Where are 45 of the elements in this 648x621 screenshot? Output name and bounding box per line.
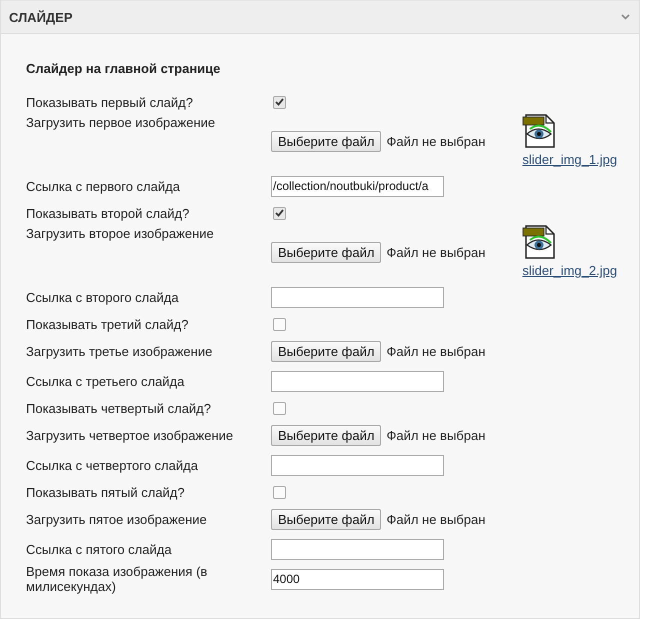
file-link[interactable]: slider_img_2.jpg bbox=[522, 263, 618, 278]
field-label: Загрузить третье изображение bbox=[26, 344, 214, 358]
field-label: Показывать четвертый слайд? bbox=[26, 400, 212, 416]
input-field[interactable] bbox=[271, 370, 444, 392]
file-link[interactable]: slider_img_1.jpg bbox=[522, 152, 618, 167]
input-field[interactable] bbox=[271, 538, 444, 560]
section-title: Слайдер на главной странице bbox=[26, 61, 222, 76]
choose-file-button[interactable]: Выберите файл bbox=[271, 131, 382, 152]
field-label: Показывать пятый слайд? bbox=[26, 484, 186, 500]
field-label: Время показа изображения (в милисекундах) bbox=[26, 564, 208, 594]
field-label: Загрузить четвертое изображение bbox=[26, 428, 234, 442]
input-field[interactable]: 4000 bbox=[271, 568, 444, 590]
field-label: Показывать второй слайд? bbox=[26, 206, 190, 220]
input-field[interactable] bbox=[271, 286, 444, 308]
field-label: Ссылка с четвертого слайда bbox=[26, 458, 199, 472]
jpg-file-icon bbox=[522, 114, 556, 148]
field-label: Загрузить второе изображение bbox=[26, 225, 215, 241]
chevron-icon[interactable] bbox=[621, 14, 630, 20]
field-label: Показывать первый слайд? bbox=[26, 94, 194, 110]
checkbox[interactable] bbox=[273, 318, 286, 330]
checkbox[interactable] bbox=[273, 402, 286, 414]
field-label: Ссылка с второго слайда bbox=[26, 290, 180, 304]
checkbox[interactable] bbox=[273, 96, 286, 108]
field-label: Показывать третий слайд? bbox=[26, 316, 190, 332]
input-field[interactable]: /collection/noutbuki/product/a bbox=[271, 176, 444, 196]
jpg-file-icon bbox=[522, 225, 556, 259]
file-status: Файл не выбран bbox=[386, 134, 486, 149]
field-label: Ссылка с третьего слайда bbox=[26, 374, 186, 388]
choose-file-button[interactable]: Выберите файл bbox=[271, 242, 382, 263]
field-label: Загрузить первое изображение bbox=[26, 114, 216, 130]
field-label: Ссылка с первого слайда bbox=[26, 178, 181, 194]
file-status: Файл не выбран bbox=[386, 428, 486, 442]
field-label: Загрузить пятое изображение bbox=[26, 512, 208, 526]
file-status: Файл не выбран bbox=[386, 512, 486, 526]
choose-file-button[interactable]: Выберите файл bbox=[271, 424, 382, 446]
input-field[interactable] bbox=[271, 454, 444, 476]
checkbox[interactable] bbox=[273, 206, 286, 220]
field-label: Ссылка с пятого слайда bbox=[26, 542, 173, 556]
choose-file-button[interactable]: Выберите файл bbox=[271, 508, 382, 530]
file-status: Файл не выбран bbox=[386, 344, 486, 358]
choose-file-button[interactable]: Выберите файл bbox=[271, 340, 382, 362]
checkbox[interactable] bbox=[273, 486, 286, 498]
panel-header[interactable]: СЛАЙДЕР bbox=[1, 0, 639, 34]
panel-title: СЛАЙДЕР bbox=[9, 10, 73, 24]
file-status: Файл не выбран bbox=[386, 245, 486, 260]
